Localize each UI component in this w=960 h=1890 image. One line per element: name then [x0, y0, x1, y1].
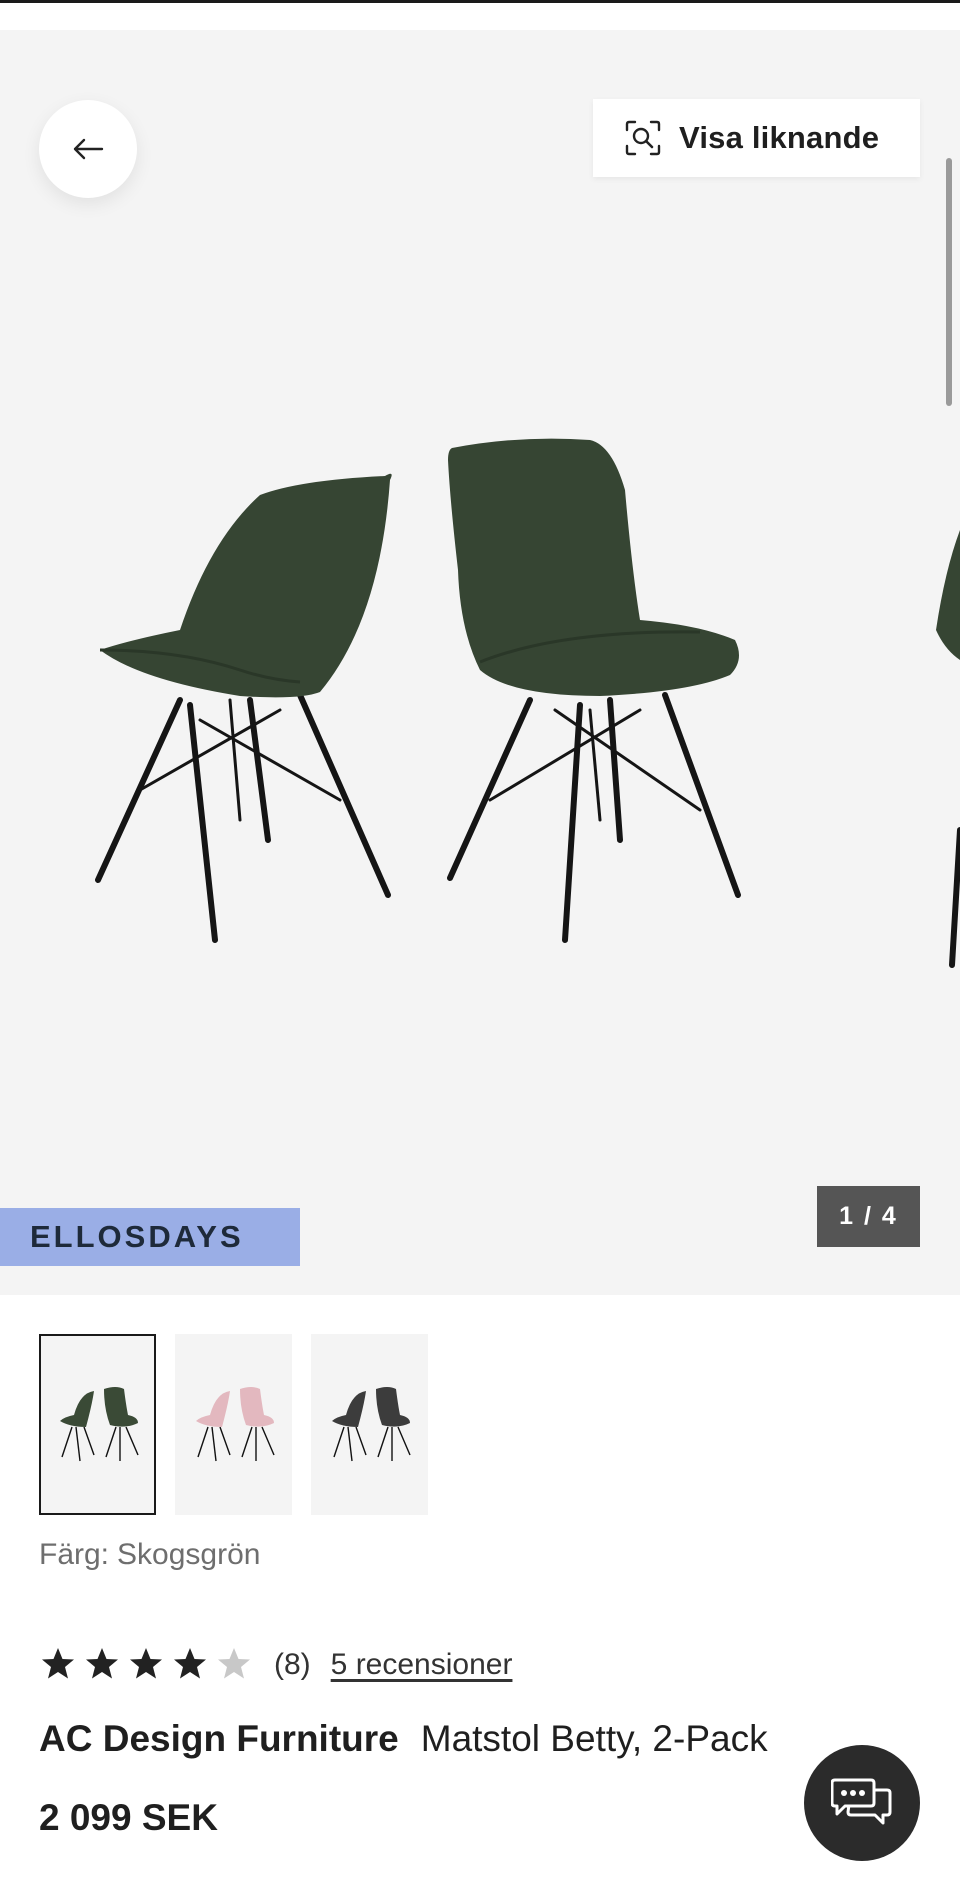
variant-thumbnails	[39, 1334, 428, 1516]
chair-back-view	[95, 692, 391, 943]
rating-count: (8)	[274, 1648, 311, 1681]
product-brand[interactable]: AC Design Furniture	[39, 1718, 399, 1759]
back-button[interactable]	[39, 100, 137, 198]
product-title: AC Design Furniture Matstol Betty, 2-Pack	[39, 1718, 768, 1760]
color-value: Skogsgrön	[117, 1538, 261, 1571]
reviews-link[interactable]: 5 recensioner	[331, 1648, 513, 1682]
campaign-badge-label: ELLOSDAYS	[30, 1219, 244, 1254]
product-price: 2 099 SEK	[39, 1797, 218, 1838]
variant-thumb-rosa[interactable]	[175, 1334, 292, 1515]
show-similar-label: Visa liknande	[679, 120, 880, 155]
chat-button[interactable]	[804, 1745, 920, 1861]
variant-thumb-image	[59, 1386, 139, 1461]
product-image-gallery[interactable]: Visa liknande ELLOSDAYS 1 / 4	[0, 30, 960, 1295]
chair-back-shell	[100, 473, 392, 698]
variant-thumb-skogsgron[interactable]	[39, 1334, 156, 1515]
color-label: Färg:	[39, 1538, 110, 1571]
rating-row: (8) 5 recensioner	[40, 1640, 512, 1690]
chat-bubbles-icon	[831, 1778, 892, 1825]
campaign-badge: ELLOSDAYS	[0, 1208, 300, 1266]
product-image-chairs	[95, 438, 960, 968]
visual-search-icon	[625, 120, 661, 156]
arrow-left-icon	[73, 138, 104, 160]
variant-thumb-image	[331, 1386, 411, 1461]
product-name: Matstol Betty, 2-Pack	[420, 1718, 768, 1759]
scrollbar[interactable]	[946, 158, 952, 406]
star-rating-icon	[42, 1648, 250, 1679]
image-counter: 1 / 4	[817, 1186, 920, 1247]
selected-color: Färg: Skogsgrön	[39, 1538, 260, 1572]
variant-thumb-morkgra[interactable]	[311, 1334, 428, 1515]
chair-front-view	[447, 692, 741, 943]
status-divider	[0, 0, 960, 3]
show-similar-button[interactable]: Visa liknande	[593, 99, 920, 177]
chair-partial-edge	[936, 530, 960, 660]
variant-thumb-image	[195, 1386, 275, 1461]
